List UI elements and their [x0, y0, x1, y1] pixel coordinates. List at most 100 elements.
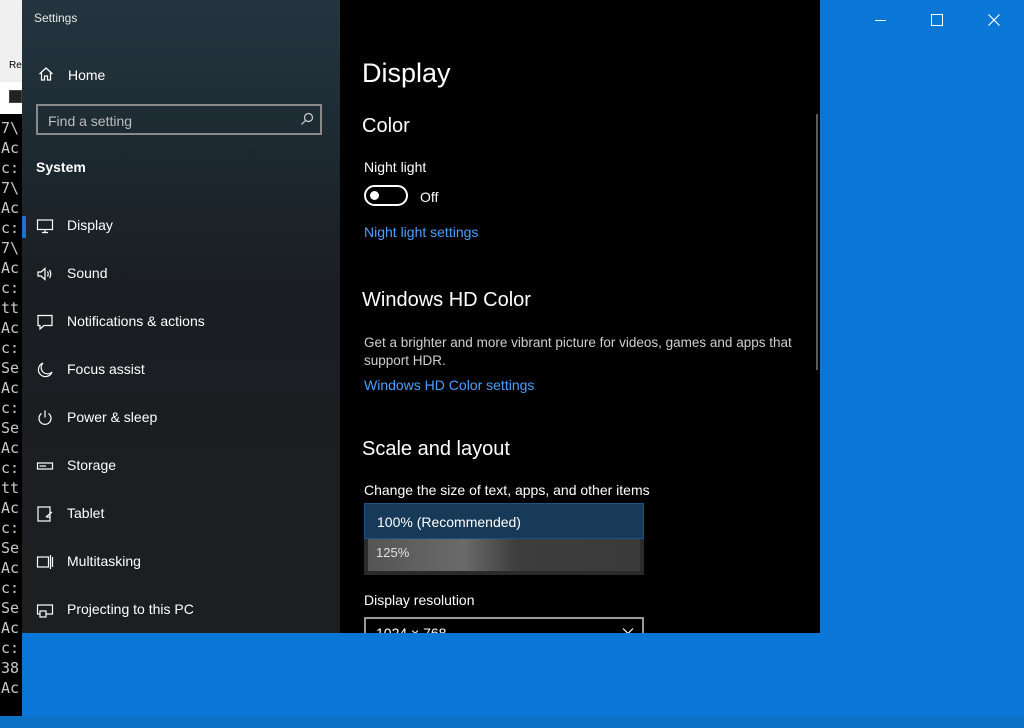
- console-line: Ac: [1, 619, 20, 637]
- sidebar-item-projecting[interactable]: Projecting to this PC: [22, 586, 340, 633]
- close-button[interactable]: [965, 0, 1022, 40]
- search-input[interactable]: [38, 106, 300, 135]
- hd-color-heading: Windows HD Color: [362, 289, 531, 311]
- scale-option-125[interactable]: 125%: [368, 539, 640, 571]
- sidebar-item-sound[interactable]: Sound: [22, 250, 340, 298]
- console-line: Ac: [1, 139, 20, 157]
- sidebar-item-label: Storage: [67, 457, 117, 473]
- sidebar-section-system: System: [36, 159, 86, 175]
- tablet-icon: [37, 506, 53, 522]
- console-line: c:: [1, 219, 20, 237]
- toggle-knob: [370, 191, 379, 200]
- power-icon: [38, 410, 52, 425]
- console-line: c:: [1, 639, 20, 657]
- sidebar-item-label: Sound: [67, 265, 108, 281]
- console-line: c:: [1, 579, 20, 597]
- sidebar-item-focus-assist[interactable]: Focus assist: [22, 346, 340, 394]
- content-scrollbar[interactable]: [816, 114, 818, 370]
- console-line: c:: [1, 519, 20, 537]
- console-output: 7\ Ac c: 7\ Ac c: 7\ Ac c: tt Ac c: Se Ac c: Se Ac c: tt Ac…: [1, 118, 22, 698]
- night-light-label: Night light: [364, 159, 427, 175]
- console-line: Se: [1, 359, 20, 377]
- sidebar-item-display[interactable]: Display: [22, 202, 340, 250]
- console-line: Ac: [1, 199, 20, 217]
- console-line: Ac: [1, 439, 20, 457]
- console-line: c:: [1, 339, 20, 357]
- minimize-icon: [875, 19, 886, 21]
- moon-icon: [37, 362, 53, 378]
- scale-option-100[interactable]: 100% (Recommended): [364, 503, 644, 539]
- window-title: Settings: [34, 11, 78, 25]
- background-console-window: Re 7\ Ac c: 7\ Ac c: 7\ Ac c: tt Ac c: Se Ac c: Se Ac c: t…: [0, 0, 22, 728]
- console-line: 7\: [1, 239, 20, 257]
- search-icon: [301, 112, 314, 125]
- console-line: Ac: [1, 679, 20, 697]
- home-icon: [39, 67, 53, 81]
- maximize-button[interactable]: [908, 0, 965, 40]
- scale-size-label: Change the size of text, apps, and other…: [364, 482, 650, 498]
- display-resolution-select[interactable]: 1024 × 768: [364, 617, 644, 633]
- maximize-icon: [930, 14, 943, 26]
- console-line: c:: [1, 399, 20, 417]
- console-app-icon: [9, 90, 22, 103]
- sidebar-item-multitasking[interactable]: Multitasking: [22, 538, 340, 586]
- console-line: Se: [1, 599, 20, 617]
- search-box[interactable]: [36, 104, 322, 135]
- sidebar-item-storage[interactable]: Storage: [22, 442, 340, 490]
- console-line: 7\: [1, 179, 20, 197]
- sidebar-item-label: Tablet: [67, 505, 105, 521]
- sidebar-item-label: Power & sleep: [67, 409, 158, 425]
- console-line: tt: [1, 479, 20, 497]
- desktop-edge: [0, 716, 1024, 728]
- sidebar-item-label: Display: [67, 217, 113, 233]
- console-line: 7\: [1, 119, 20, 137]
- hd-color-description: Get a brighter and more vibrant picture …: [364, 335, 792, 368]
- multitasking-icon: [36, 555, 54, 569]
- message-icon: [37, 314, 53, 331]
- sidebar-home[interactable]: Home: [22, 58, 340, 92]
- content-pane: Display Color Night light Off Night ligh…: [340, 0, 820, 633]
- display-resolution-value: 1024 × 768: [376, 625, 447, 633]
- night-light-state: Off: [420, 189, 439, 205]
- console-line: Ac: [1, 379, 20, 397]
- console-line: Ac: [1, 559, 20, 577]
- console-line: Ac: [1, 319, 20, 337]
- console-line: Se: [1, 539, 20, 557]
- color-heading: Color: [362, 115, 410, 137]
- night-light-toggle[interactable]: [364, 185, 408, 206]
- sidebar-item-label: Multitasking: [67, 553, 141, 569]
- night-light-settings-link[interactable]: Night light settings: [364, 224, 478, 240]
- console-line: Se: [1, 419, 20, 437]
- hd-color-settings-link[interactable]: Windows HD Color settings: [364, 377, 534, 393]
- display-resolution-label: Display resolution: [364, 592, 475, 608]
- console-line: 38: [1, 659, 20, 677]
- monitor-icon: [36, 219, 54, 234]
- speaker-icon: [37, 267, 52, 281]
- console-line: Ac: [1, 259, 20, 277]
- minimize-button[interactable]: [852, 0, 909, 40]
- drive-icon: [36, 462, 54, 470]
- console-line: c:: [1, 459, 20, 477]
- sidebar-item-label: Projecting to this PC: [67, 601, 194, 617]
- sidebar: Settings Home System Display: [22, 0, 340, 633]
- chevron-down-icon: [622, 628, 634, 633]
- sidebar-nav: Display Sound Notifications & actions Fo…: [22, 202, 340, 633]
- scale-dropdown-list: 100% (Recommended) 125%: [364, 503, 644, 575]
- sidebar-home-label: Home: [68, 67, 106, 83]
- settings-window: Settings Home System Display: [22, 0, 820, 633]
- console-line: c:: [1, 159, 20, 177]
- page-title: Display: [362, 58, 451, 88]
- console-line: c:: [1, 279, 20, 297]
- desktop-background-bottom: [22, 633, 1024, 728]
- sidebar-item-label: Notifications & actions: [67, 313, 205, 329]
- desktop-background: [820, 0, 1024, 633]
- sidebar-item-label: Focus assist: [67, 361, 145, 377]
- console-line: Ac: [1, 499, 20, 517]
- sidebar-item-notifications[interactable]: Notifications & actions: [22, 298, 340, 346]
- close-icon: [987, 14, 1000, 26]
- projector-icon: [36, 604, 54, 618]
- console-line: tt: [1, 299, 20, 317]
- sidebar-item-power-sleep[interactable]: Power & sleep: [22, 394, 340, 442]
- sidebar-item-tablet[interactable]: Tablet: [22, 490, 340, 538]
- scale-layout-heading: Scale and layout: [362, 438, 510, 460]
